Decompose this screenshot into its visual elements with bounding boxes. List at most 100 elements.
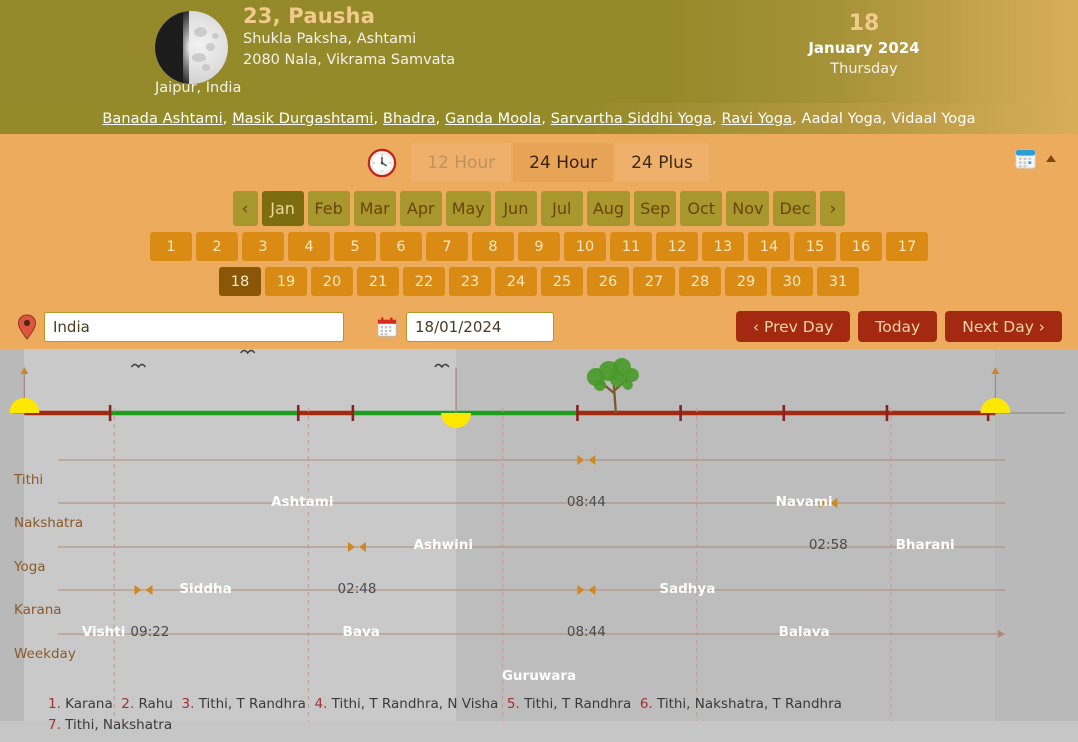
day-button-18[interactable]: 18 [219,267,261,296]
month-button-mar[interactable]: Mar [353,191,396,226]
date-input[interactable] [406,311,554,342]
caret-up-icon[interactable] [1046,155,1056,162]
hour-mode-12-hour[interactable]: 12 Hour [411,143,512,182]
map-pin-icon [17,313,37,340]
day-button-1[interactable]: 1 [150,232,192,261]
day-button-22[interactable]: 22 [403,267,445,296]
range-marker-icon [588,585,596,595]
day-button-17[interactable]: 17 [886,232,928,261]
timeline-entry: 08:44 [496,621,676,640]
entry-name: Vishti [81,624,126,640]
day-button-14[interactable]: 14 [748,232,790,261]
festival-link[interactable]: Ganda Moola [445,111,541,127]
festival-link[interactable]: Banada Ashtami [102,111,222,127]
calendar-toggle[interactable] [1014,147,1056,170]
timeline-entry: Vishti 09:22 [36,621,216,640]
entry-time: 08:44 [566,494,606,510]
entry-name: Guruwara [501,668,577,684]
month-button-feb[interactable]: Feb [307,191,350,226]
day-button-24[interactable]: 24 [495,267,537,296]
day-button-28[interactable]: 28 [679,267,721,296]
location-input[interactable] [44,311,344,342]
range-marker-icon [577,455,585,465]
timeline-entry: 08:44 [496,491,676,510]
month-button-sep[interactable]: Sep [634,191,677,226]
day-button-21[interactable]: 21 [357,267,399,296]
month-button-jun[interactable]: Jun [494,191,537,226]
month-button-dec[interactable]: Dec [773,191,817,226]
day-button-16[interactable]: 16 [840,232,882,261]
bird-icon [130,363,147,369]
tree-icon [586,358,639,414]
next-day-button[interactable]: Next Day › [945,311,1062,342]
day-button-26[interactable]: 26 [587,267,629,296]
calendar-icon[interactable] [1014,147,1037,170]
day-button-29[interactable]: 29 [725,267,767,296]
day-button-23[interactable]: 23 [449,267,491,296]
festival-link[interactable]: Sarvartha Siddhi Yoga [551,111,712,127]
controls-panel: 12 Hour 24 Hour 24 Plus ‹ Jan Feb Mar Apr May Ju… [0,134,1078,349]
day-button-27[interactable]: 27 [633,267,675,296]
timeline-entry: Bava [271,621,451,640]
day-button-8[interactable]: 8 [472,232,514,261]
day-button-11[interactable]: 11 [610,232,652,261]
legend-text: Karana [65,696,122,712]
day-button-10[interactable]: 10 [564,232,606,261]
day-button-3[interactable]: 3 [242,232,284,261]
calendar-icon[interactable] [376,316,398,338]
samvata-line: 2080 Nala, Vikrama Samvata [243,52,456,68]
festival-link[interactable]: Ravi Yoga [721,111,792,127]
next-month-button[interactable]: › [820,191,846,226]
prev-day-button[interactable]: ‹ Prev Day [735,311,851,342]
day-button-4[interactable]: 4 [288,232,330,261]
day-button-9[interactable]: 9 [518,232,560,261]
month-button-jan[interactable]: Jan [261,191,304,226]
month-button-nov[interactable]: Nov [726,191,770,226]
header-date-block: 18 January 2024 Thursday [703,10,1025,79]
day-button-13[interactable]: 13 [702,232,744,261]
separator: , [792,110,802,127]
legend-text: Tithi, Nakshatra [65,717,181,733]
festival-link[interactable]: Masik Durgashtami [232,111,373,127]
hour-mode-row: 12 Hour 24 Hour 24 Plus [0,134,1078,191]
festival-links-bar: Banada Ashtami, Masik Durgashtami, Bhadr… [0,103,1078,134]
month-button-oct[interactable]: Oct [680,191,723,226]
day-button-15[interactable]: 15 [794,232,836,261]
bird-icon [434,363,450,369]
day-button-25[interactable]: 25 [541,267,583,296]
month-selector: ‹ Jan Feb Mar Apr May Jun Jul Aug Sep Oct Nov Dec › [0,191,1078,232]
day-button-19[interactable]: 19 [265,267,307,296]
day-button-20[interactable]: 20 [311,267,353,296]
entry-name: Balava [778,624,830,640]
day-button-5[interactable]: 5 [334,232,376,261]
moon-phase-icon [155,11,228,84]
page-title: 23, Pausha [243,4,376,28]
entry-name: Ashtami [271,494,334,510]
timeline-entry: Balava [714,621,894,640]
day-button-6[interactable]: 6 [380,232,422,261]
day-nav-buttons: ‹ Prev Day Today Next Day › [735,311,1062,342]
day-button-7[interactable]: 7 [426,232,468,261]
day-button-31[interactable]: 31 [817,267,859,296]
legend-text: Tithi, T Randhra [524,696,640,712]
range-marker-icon [577,585,585,595]
day-button-12[interactable]: 12 [656,232,698,261]
festival-link[interactable]: Bhadra [383,111,436,127]
prev-month-button[interactable]: ‹ [232,191,258,226]
today-button[interactable]: Today [858,311,938,342]
legend-number: 7. [48,717,66,733]
month-button-may[interactable]: May [445,191,491,226]
hour-mode-24-hour[interactable]: 24 Hour [513,143,614,182]
timeline-entry: Sadhya [597,578,777,597]
month-button-apr[interactable]: Apr [399,191,442,226]
entry-name: Bava [342,624,380,640]
day-selector-row-2: 18 19 20 21 22 23 24 25 26 27 28 29 30 31 [0,267,1078,304]
day-button-30[interactable]: 30 [771,267,813,296]
entry-name: Ashwini [413,537,473,553]
separator: , [435,110,446,127]
day-button-2[interactable]: 2 [196,232,238,261]
month-button-jul[interactable]: Jul [540,191,583,226]
hour-mode-24-plus[interactable]: 24 Plus [615,143,709,182]
clock-icon[interactable] [367,148,397,178]
month-button-aug[interactable]: Aug [586,191,631,226]
